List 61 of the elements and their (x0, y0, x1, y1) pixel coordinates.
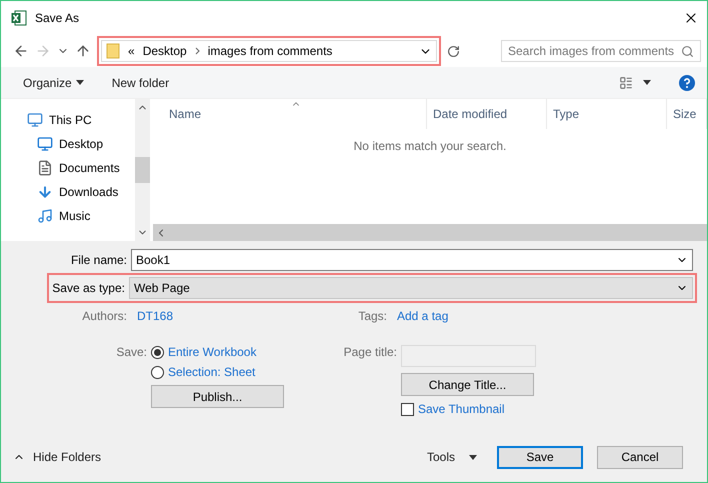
up-button[interactable] (75, 43, 91, 59)
tools-button[interactable]: Tools (426, 450, 477, 464)
caret-down-icon[interactable] (643, 80, 651, 85)
chevron-right-icon (194, 47, 200, 55)
field-label: Save: (115, 345, 147, 361)
computer-icon (27, 112, 43, 128)
refresh-icon[interactable] (447, 44, 460, 58)
document-icon (37, 160, 53, 176)
caret-down-icon (76, 80, 84, 85)
column-header[interactable]: Size (667, 99, 707, 129)
checkbox[interactable] (401, 402, 414, 416)
help-icon[interactable] (679, 74, 695, 90)
arrow-icon (35, 43, 51, 59)
field-label: Tags: (357, 309, 387, 323)
column-header[interactable]: Name (153, 99, 427, 129)
radio-button[interactable] (151, 346, 164, 358)
breadcrumb-separator: « (128, 44, 135, 58)
breadcrumb[interactable]: images from comments (208, 44, 332, 58)
window-title: Save As (35, 11, 80, 25)
change-title-button[interactable]: Change Title... (401, 373, 534, 396)
empty-message: No items match your search. (352, 138, 508, 155)
music-note-icon (37, 208, 53, 224)
field-label: Save as type: (51, 281, 125, 295)
breadcrumb[interactable]: Desktop (142, 44, 187, 58)
radio-label[interactable]: Entire Workbook (168, 345, 256, 359)
file-type-dropdown[interactable]: Web Page (129, 277, 693, 299)
publish-button[interactable]: Publish... (151, 385, 284, 408)
back-button[interactable] (13, 43, 29, 59)
authors-link[interactable]: DT168 (137, 309, 343, 323)
column-header[interactable]: Type (547, 99, 667, 129)
organize-button[interactable]: Organize (23, 76, 84, 90)
new-folder-button[interactable]: New folder (112, 76, 170, 90)
dialog-button[interactable]: Save (497, 446, 583, 468)
file-name-field[interactable]: Book1 (131, 249, 693, 271)
checkbox-label[interactable]: Save Thumbnail (418, 402, 504, 416)
scrollbar-thumb[interactable] (135, 157, 150, 183)
add-tag-link[interactable]: Add a tag (397, 309, 448, 323)
nav-item[interactable]: Desktop (27, 135, 135, 153)
caret-down-icon (469, 454, 477, 460)
spreadsheet-app-icon (11, 10, 27, 26)
folder-icon (106, 43, 120, 59)
dialog-button[interactable]: Cancel (597, 446, 683, 468)
field-label: File name: (70, 253, 127, 267)
horizontal-scrollbar[interactable] (153, 224, 707, 241)
nav-item[interactable]: Music (27, 207, 135, 225)
view-options-icon[interactable] (619, 76, 633, 90)
radio-button[interactable] (151, 366, 164, 378)
radio-label[interactable]: Selection: Sheet (168, 365, 256, 379)
download-icon (37, 184, 53, 200)
hide-folders-button[interactable]: Hide Folders (13, 450, 102, 464)
nav-item[interactable]: Documents (27, 159, 135, 177)
field-label: Authors: (81, 309, 127, 323)
vertical-scrollbar[interactable] (135, 99, 150, 241)
search-icon (681, 44, 694, 58)
column-header[interactable]: Date modified (427, 99, 547, 129)
nav-item[interactable]: Downloads (27, 183, 135, 201)
field-label: Page title: (342, 345, 397, 361)
search-field[interactable]: Search images from comments (501, 40, 701, 62)
desktop-icon (37, 136, 53, 152)
nav-item[interactable]: This PC (27, 111, 135, 129)
address-bar[interactable]: « Desktop images from comments (101, 40, 437, 62)
